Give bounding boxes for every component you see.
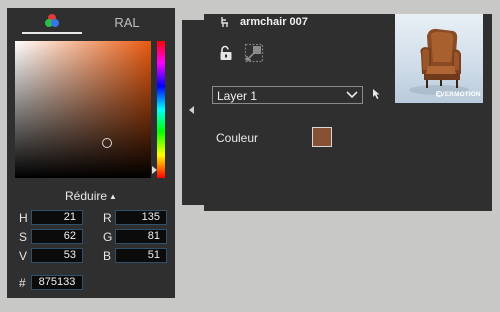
b-input[interactable]: 51 — [115, 248, 167, 263]
s-label: S — [19, 230, 28, 244]
object-name: armchair 007 — [240, 16, 308, 28]
s-input[interactable]: 62 — [31, 229, 83, 244]
v-label: V — [19, 249, 28, 263]
reduce-toggle[interactable]: Réduire ▲ — [7, 189, 175, 203]
armchair-image — [409, 28, 469, 98]
hex-input[interactable]: 875133 — [31, 275, 83, 290]
saturation-value-handle[interactable] — [102, 138, 112, 148]
thumbnail-brand: EVERMOTION — [436, 91, 481, 98]
pick-cursor-icon[interactable] — [370, 87, 384, 101]
unlock-icon[interactable] — [218, 45, 234, 61]
layer-select[interactable]: Layer 1 — [212, 86, 363, 104]
color-label: Couleur — [216, 131, 259, 145]
color-swatch[interactable] — [312, 127, 332, 147]
color-picker-panel: RAL Réduire ▲ H 21 S 62 V 53 R 135 G 81 B… — [7, 8, 175, 298]
r-input[interactable]: 135 — [115, 210, 167, 225]
transform-icon[interactable] — [244, 43, 264, 63]
layer-select-value: Layer 1 — [217, 89, 258, 103]
tab-rgb[interactable] — [22, 8, 82, 40]
hex-label: # — [19, 276, 26, 290]
rgb-dots-icon — [45, 14, 59, 28]
reduce-label: Réduire — [65, 189, 108, 203]
chevron-down-icon — [346, 91, 358, 99]
armchair-thumbnail: EVERMOTION — [395, 14, 483, 103]
v-input[interactable]: 53 — [31, 248, 83, 263]
hue-slider[interactable] — [157, 41, 165, 178]
chair-icon — [221, 17, 228, 27]
h-input[interactable]: 21 — [31, 210, 83, 225]
tab-ral[interactable]: RAL — [102, 15, 152, 30]
saturation-value-square[interactable] — [15, 41, 151, 178]
r-label: R — [103, 211, 112, 225]
hue-slider-handle[interactable] — [152, 166, 157, 174]
picker-tabs: RAL — [7, 8, 175, 40]
h-label: H — [19, 211, 28, 225]
g-input[interactable]: 81 — [115, 229, 167, 244]
collapse-panel-arrow-icon[interactable] — [189, 106, 194, 114]
active-tab-underline — [22, 32, 82, 34]
chevron-up-icon: ▲ — [109, 192, 117, 201]
b-label: B — [103, 249, 112, 263]
g-label: G — [103, 230, 113, 244]
